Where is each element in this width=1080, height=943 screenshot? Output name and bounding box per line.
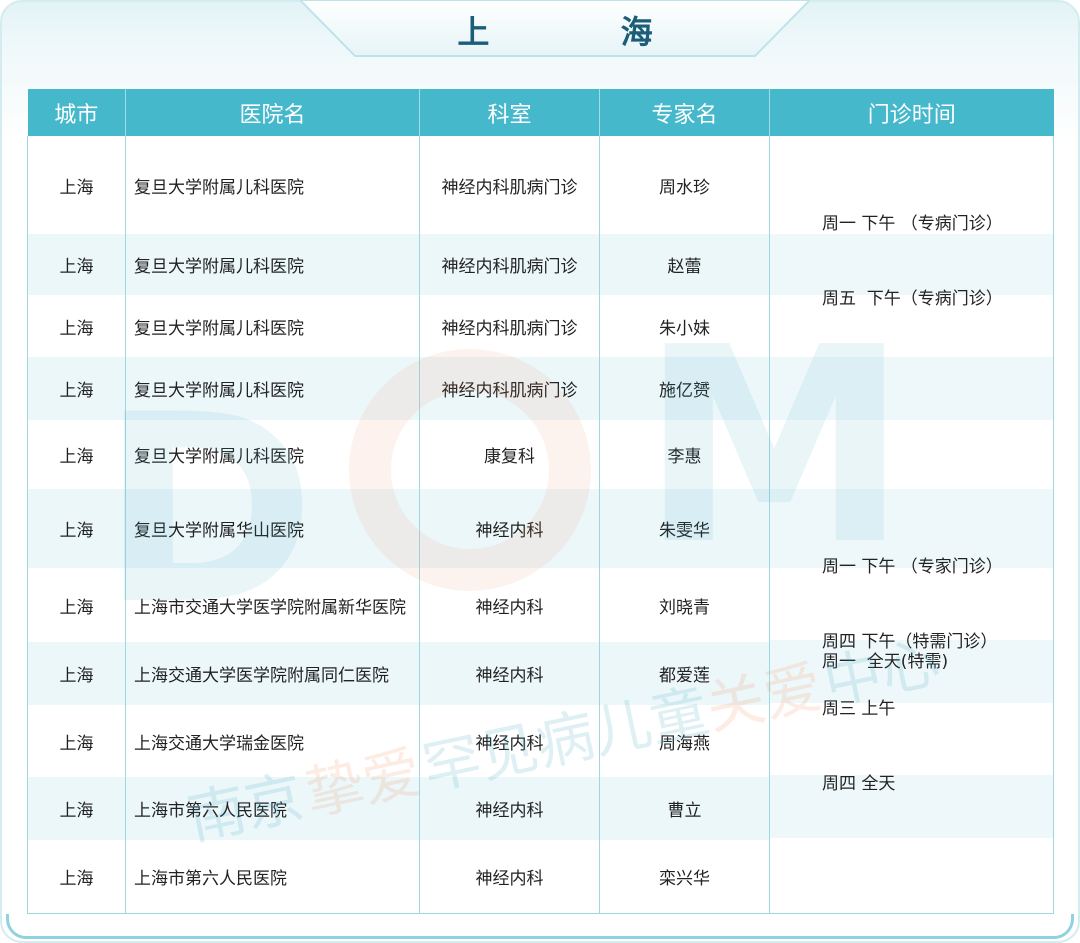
header-hospital: 医院名 <box>125 89 420 136</box>
hospital-cell: 上海市第六人民医院 <box>125 840 420 914</box>
city-cell: 上海 <box>27 705 126 777</box>
clinic-time-group-1: 周一 下午 （专病门诊） 周五 下午（专病门诊） <box>822 162 1003 337</box>
header-clinic-time: 门诊时间 <box>769 89 1054 136</box>
expert-cell: 周海燕 <box>599 705 770 777</box>
city-cell: 上海 <box>27 642 126 705</box>
expert-cell: 栾兴华 <box>599 840 770 914</box>
city-cell: 上海 <box>27 357 126 420</box>
clinic-time-line: 周三 上午 <box>822 699 896 719</box>
city-cell: 上海 <box>27 840 126 914</box>
clinic-time-line: 周四 全天 <box>822 774 896 794</box>
hospital-cell: 复旦大学附属儿科医院 <box>125 234 420 295</box>
city-cell: 上海 <box>27 489 126 568</box>
department-cell: 神经内科 <box>419 489 600 568</box>
clinic-time-line: 周一 下午 （专家门诊） <box>822 557 1003 577</box>
hospital-cell: 复旦大学附属华山医院 <box>125 489 420 568</box>
header-expert: 专家名 <box>599 89 770 136</box>
hospital-cell: 复旦大学附属儿科医院 <box>125 295 420 357</box>
title-banner: 上 海 <box>300 0 810 58</box>
expert-cell: 李惠 <box>599 420 770 489</box>
hospital-cell: 上海交通大学瑞金医院 <box>125 705 420 777</box>
clinic-time-cell <box>769 357 1054 420</box>
department-cell: 神经内科 <box>419 642 600 705</box>
department-cell: 神经内科肌病门诊 <box>419 357 600 420</box>
page-title: 上 海 <box>457 13 713 51</box>
clinic-time-line: 周五 下午（专病门诊） <box>822 289 1003 309</box>
expert-cell: 朱雯华 <box>599 489 770 568</box>
clinic-time-cell <box>769 420 1054 489</box>
city-cell: 上海 <box>27 568 126 642</box>
city-cell: 上海 <box>27 777 126 840</box>
department-cell: 神经内科肌病门诊 <box>419 136 600 234</box>
expert-cell: 朱小妹 <box>599 295 770 357</box>
department-cell: 康复科 <box>419 420 600 489</box>
table-row: 上海 上海市第六人民医院 神经内科 曹立 <box>27 777 1054 840</box>
header-city: 城市 <box>27 89 126 136</box>
hospital-cell: 上海市交通大学医学院附属新华医院 <box>125 568 420 642</box>
table-row: 上海 复旦大学附属儿科医院 神经内科肌病门诊 施亿赟 <box>27 357 1054 420</box>
hospital-cell: 复旦大学附属儿科医院 <box>125 357 420 420</box>
department-cell: 神经内科 <box>419 777 600 840</box>
table-row: 上海 复旦大学附属儿科医院 康复科 李惠 <box>27 420 1054 489</box>
department-cell: 神经内科肌病门诊 <box>419 234 600 295</box>
department-cell: 神经内科肌病门诊 <box>419 295 600 357</box>
city-cell: 上海 <box>27 420 126 489</box>
header-department: 科室 <box>419 89 600 136</box>
clinic-time-cell <box>769 705 1054 777</box>
expert-cell: 都爱莲 <box>599 642 770 705</box>
hospital-cell: 上海交通大学医学院附属同仁医院 <box>125 642 420 705</box>
hospital-cell: 上海市第六人民医院 <box>125 777 420 840</box>
department-cell: 神经内科 <box>419 705 600 777</box>
city-cell: 上海 <box>27 234 126 295</box>
hospital-cell: 复旦大学附属儿科医院 <box>125 420 420 489</box>
clinic-time-cell <box>769 777 1054 840</box>
table-row: 上海 上海交通大学瑞金医院 神经内科 周海燕 <box>27 705 1054 777</box>
hospital-cell: 复旦大学附属儿科医院 <box>125 136 420 234</box>
city-cell: 上海 <box>27 295 126 357</box>
expert-cell: 施亿赟 <box>599 357 770 420</box>
expert-cell: 曹立 <box>599 777 770 840</box>
expert-cell: 赵蕾 <box>599 234 770 295</box>
department-cell: 神经内科 <box>419 568 600 642</box>
city-cell: 上海 <box>27 136 126 234</box>
expert-cell: 刘晓青 <box>599 568 770 642</box>
table-header-row: 城市 医院名 科室 专家名 门诊时间 <box>27 89 1054 136</box>
clinic-time-cell <box>769 840 1054 914</box>
department-cell: 神经内科 <box>419 840 600 914</box>
table-row: 上海 上海市第六人民医院 神经内科 栾兴华 <box>27 840 1054 914</box>
clinic-time-group-4: 周三 上午 周四 全天 <box>822 647 895 822</box>
expert-cell: 周水珍 <box>599 136 770 234</box>
clinic-time-line: 周一 下午 （专病门诊） <box>822 214 1003 234</box>
